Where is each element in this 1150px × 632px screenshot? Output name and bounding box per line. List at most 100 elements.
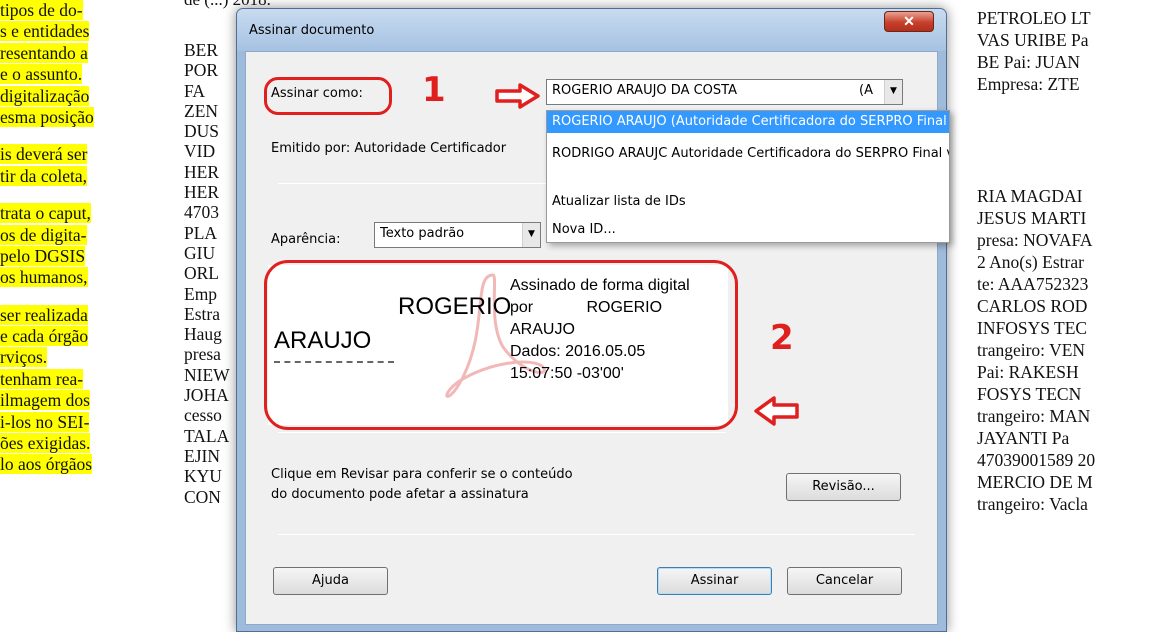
document-line: digitalização (0, 85, 90, 106)
document-line: trangeiro: VEN (977, 340, 1086, 360)
document-line: PETROLEO LT (977, 8, 1091, 28)
document-line: JOHA (184, 385, 229, 406)
document-line: FOSYS TECN (977, 384, 1082, 404)
sign-as-dropdown-list: ROGERIO ARAUJO (Autoridade Certificadora… (546, 110, 950, 243)
document-line: JAYANTI Pa (977, 428, 1070, 448)
document-line: RIA MAGDAI (977, 186, 1083, 206)
document-line: BE Pai: JUAN (977, 52, 1081, 72)
document-line: GIU (184, 242, 216, 263)
dialog-titlebar[interactable]: Assinar documento ✕ (237, 9, 946, 51)
arrow-right-icon (495, 83, 540, 109)
document-line: POR (184, 60, 219, 81)
chevron-down-icon[interactable]: ▼ (884, 80, 902, 104)
document-middle-column: BER POR FA ZEN DUS VID HER HER 4703 PLA GIU ORL Emp E… (184, 40, 242, 507)
document-line: Haug (184, 324, 222, 345)
review-button[interactable]: Revisão... (786, 473, 901, 501)
document-line: HER (184, 182, 219, 203)
close-icon: ✕ (903, 13, 915, 29)
document-line: CARLOS ROD (977, 296, 1088, 316)
document-line: JESUS MARTI (977, 208, 1087, 228)
document-line: e o assunto. (0, 64, 83, 85)
document-line: ilmagem dos (0, 390, 90, 411)
document-line: trangeiro: Vacla (977, 494, 1088, 514)
document-line: os de digita- (0, 224, 87, 245)
dropdown-option-rodrigo[interactable]: RODRIGO ARAUJC Autoridade Certificadora … (547, 143, 949, 165)
issued-by-text: Emitido por: Autoridade Certificador (271, 141, 507, 156)
document-line: pelo DGSIS (0, 245, 86, 266)
document-line: EJIN (184, 445, 220, 466)
document-line: 2 Ano(s) Estrar (977, 252, 1084, 272)
annotation-number-2: 2 (770, 318, 794, 358)
arrow-left-icon (754, 396, 799, 426)
document-line: 47039001589 20 (977, 450, 1096, 470)
document-line: presa (184, 344, 221, 365)
sign-as-suffix: (A (859, 83, 873, 98)
appearance-select[interactable]: Texto padrão ▼ (374, 222, 541, 248)
refresh-ids-option[interactable]: Atualizar lista de IDs (547, 191, 949, 213)
separator (278, 432, 726, 433)
document-line: TALA (184, 425, 230, 446)
sign-button[interactable]: Assinar (657, 567, 772, 595)
sign-as-value: ROGERIO ARAUJO DA COSTA (552, 83, 737, 98)
review-hint-line2: do documento pode afetar a assinatura (271, 487, 529, 502)
document-line: 4703 (184, 202, 219, 223)
document-line: e cada órgão (0, 326, 89, 347)
document-line: lo aos órgãos (0, 454, 93, 475)
document-line: te: AAA752323 (977, 274, 1089, 294)
document-line: ORL (184, 263, 219, 284)
document-right-column: PETROLEO LT VAS URIBE Pa BE Pai: JUAN Empre… (977, 8, 1150, 516)
new-id-option[interactable]: Nova ID... (547, 219, 949, 241)
document-line: ser realizada (0, 304, 88, 325)
document-line: Pai: RAKESH (977, 362, 1079, 382)
document-gap (977, 96, 1150, 186)
appearance-label: Aparência: (271, 232, 341, 247)
document-line: DUS (184, 121, 220, 142)
annotation-box-preview (264, 260, 738, 430)
document-line: CON (184, 486, 221, 507)
document-line: PLA (184, 222, 218, 243)
document-line: ZEN (184, 100, 219, 121)
dialog-title: Assinar documento (249, 23, 375, 38)
cancel-button[interactable]: Cancelar (787, 567, 902, 595)
separator (278, 534, 915, 535)
help-button[interactable]: Ajuda (273, 567, 388, 595)
document-line: resentando a (0, 42, 88, 63)
close-button[interactable]: ✕ (884, 11, 934, 32)
review-hint-line1: Clique em Revisar para conferir se o con… (271, 467, 573, 482)
document-line: tir da coleta, (0, 165, 87, 186)
document-line: os humanos, (0, 267, 88, 288)
document-line: FA (184, 80, 206, 101)
annotation-number-1: 1 (422, 70, 446, 110)
document-line: ões exigidas. (0, 433, 91, 454)
document-line: trata o caput, (0, 203, 91, 224)
document-line: is deverá ser (0, 144, 88, 165)
document-line (0, 128, 150, 144)
chevron-down-icon[interactable]: ▼ (522, 223, 540, 247)
document-line: esma posição (0, 106, 94, 127)
document-line: tenham rea- (0, 368, 84, 389)
document-left-column: tipos de do-s e entidades resentando ae o… (0, 0, 150, 476)
document-line: Empresa: ZTE (977, 74, 1080, 94)
document-line: HER (184, 161, 219, 182)
document-line: tipos de do- (0, 0, 83, 20)
dropdown-option-rogerio[interactable]: ROGERIO ARAUJO (Autoridade Certificadora… (547, 111, 949, 133)
document-line: BER (184, 40, 219, 60)
document-line: KYU (184, 466, 222, 487)
document-line: NIEW (184, 364, 230, 385)
document-line: i-los no SEI- (0, 411, 90, 432)
document-line: VID (184, 141, 216, 162)
document-line: MERCIO DE M (977, 472, 1093, 492)
annotation-box-sign-as (264, 77, 392, 115)
appearance-value: Texto padrão (380, 226, 465, 241)
document-line: rviços. (0, 347, 48, 368)
document-line (0, 289, 150, 305)
sign-as-select[interactable]: ROGERIO ARAUJO DA COSTA (A ▼ (546, 79, 903, 105)
document-line: Emp (184, 283, 218, 304)
document-line: trangeiro: MAN (977, 406, 1091, 426)
document-line: s e entidades (0, 21, 90, 42)
document-line (0, 187, 150, 203)
document-line: cesso (184, 405, 222, 426)
document-line: presa: NOVAFA (977, 230, 1093, 250)
document-line: Estra (184, 303, 220, 324)
document-line: INFOSYS TEC (977, 318, 1088, 338)
